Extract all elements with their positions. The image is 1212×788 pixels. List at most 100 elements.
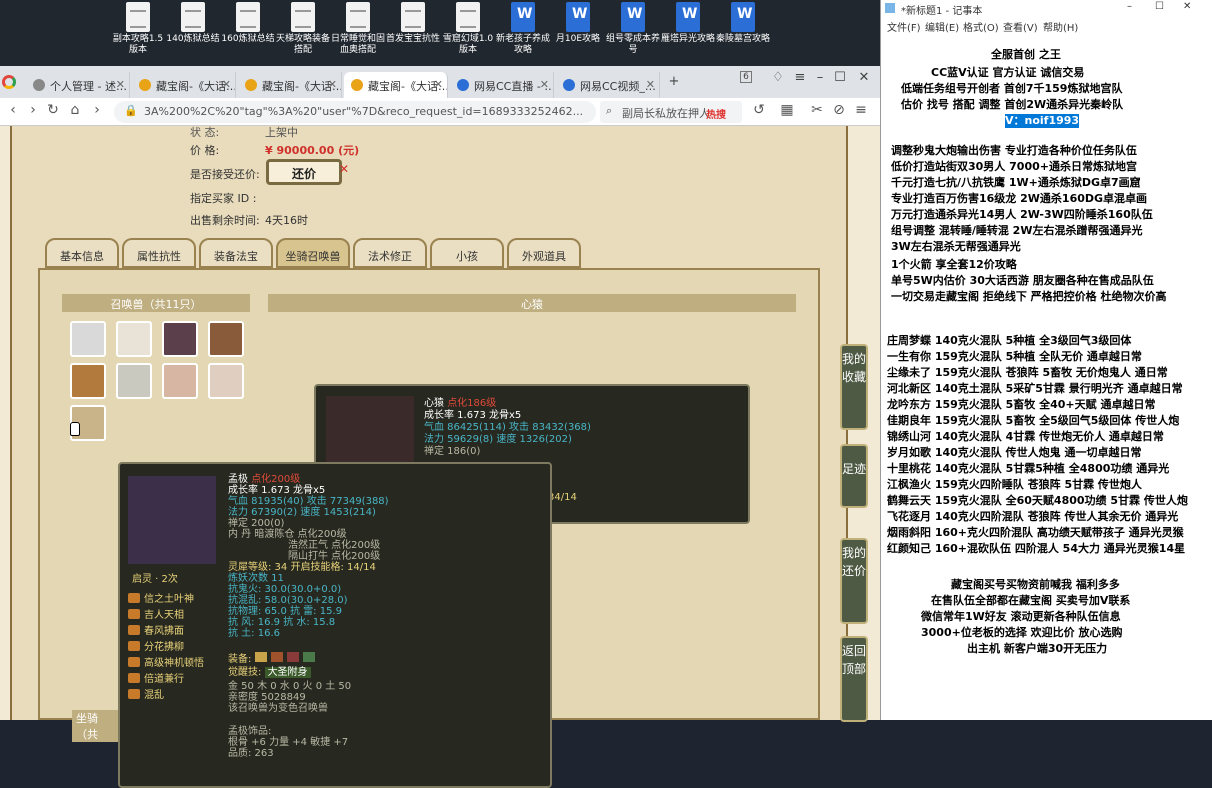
notepad-text-area[interactable]: 全服首创 之王 CC蓝V认证 官方认证 诚信交易 低端任务组号开创者 首创7千159… — [881, 36, 1212, 720]
status-label: 状 态: — [190, 126, 220, 139]
summon-stats: 心猿 点化186级 成长率 1.673 龙骨x5 气血 86425(114) 攻… — [424, 398, 591, 458]
notepad-line: 一生有你 159克火混队 5种植 全队无价 通卓越日常 — [887, 350, 1142, 363]
browser-logo-icon[interactable] — [2, 75, 16, 89]
buyer-row: 指定买家 ID : — [190, 190, 256, 206]
desktop-file-icon[interactable]: 新老孩子养成攻略 — [495, 2, 551, 56]
summon-thumb[interactable] — [70, 363, 106, 399]
notepad-line: 万元打造通杀异光14男人 2W-3W四阶睡杀160队伍 — [891, 208, 1153, 221]
skill-item: 倍道兼行 — [128, 670, 184, 685]
block-icon[interactable]: ⊘ — [830, 102, 848, 118]
back-to-top-button[interactable]: 返回顶部 — [840, 636, 868, 722]
notepad-line: 龙吟东方 159克火混队 5畜牧 全40+天赋 通卓越日常 — [887, 398, 1156, 411]
tab-cbg-3[interactable]: 藏宝阁-《大话… ✕ — [344, 72, 448, 98]
tab-count-badge[interactable]: 6 — [740, 71, 752, 83]
hot-search-badge[interactable]: 热搜 — [706, 106, 726, 121]
my-offers-button[interactable]: 我的还价 — [840, 538, 868, 624]
desktop-file-icon[interactable]: 天梯攻略装备搭配 — [275, 2, 331, 56]
tab-attributes[interactable]: 属性抗性 — [122, 238, 196, 268]
summon-thumb[interactable] — [208, 321, 244, 357]
tab-personal[interactable]: 个人管理 - 述… ✕ — [26, 72, 130, 98]
menu-view[interactable]: 查看(V) — [1003, 19, 1038, 34]
summon-thumb-mask[interactable] — [116, 321, 152, 357]
menu-format[interactable]: 格式(O) — [963, 19, 999, 34]
collapse-icon[interactable]: › — [88, 102, 106, 118]
summon-thumb[interactable] — [116, 363, 152, 399]
close-window-button[interactable]: ✕ — [1183, 1, 1191, 12]
shirt-icon[interactable]: ♢ — [768, 70, 788, 85]
price-row: 价 格: ¥ 90000.00 (元) — [190, 142, 359, 158]
summon-thumb[interactable] — [208, 363, 244, 399]
notepad-icon — [885, 3, 895, 13]
my-favorites-button[interactable]: 我的收藏 — [840, 344, 868, 430]
tab-cc-video[interactable]: 网易CC视频_… ✕ — [556, 72, 660, 98]
lock-icon: 🔒 — [124, 104, 138, 117]
growth-rate: 成长率 1.673 龙骨x5 — [424, 410, 522, 421]
desktop-file-icon[interactable]: 组号零成本养号 — [605, 2, 661, 56]
desktop-file-icon[interactable]: 月10E攻略 — [550, 2, 606, 45]
grid-icon[interactable]: ▦ — [778, 102, 796, 118]
new-tab-button[interactable]: + — [664, 74, 684, 89]
scissors-icon[interactable]: ✂ — [808, 102, 826, 118]
forward-icon[interactable]: › — [24, 102, 42, 118]
skill-item: 信之土叶神 — [128, 590, 194, 605]
close-icon[interactable]: ✕ — [540, 78, 549, 91]
desktop-file-icon[interactable]: 160炼狱总结 — [220, 2, 276, 45]
refresh-icon[interactable]: ↺ — [750, 102, 768, 118]
close-icon[interactable]: ✕ — [646, 78, 655, 91]
maximize-button[interactable]: ☐ — [1155, 1, 1164, 12]
close-icon[interactable]: ✕ — [434, 78, 443, 91]
notepad-line: 庄周梦蝶 140克火混队 5种植 全3级回气3级回体 — [887, 334, 1132, 347]
desktop-file-icon[interactable]: 雁塔异光攻略 — [660, 2, 716, 45]
notepad-line: 千元打造七抗/八抗铁鹰 1W+通杀炼狱DG卓7画窟 — [891, 176, 1141, 189]
ornament-label: 孟极饰品: — [228, 726, 272, 737]
desktop-file-icon[interactable]: 首发宝宝抗性 — [385, 2, 441, 45]
tab-equipment[interactable]: 装备法宝 — [199, 238, 273, 268]
mp-speed: 法力 59629(8) 速度 1326(202) — [424, 434, 572, 445]
cbg-icon — [139, 79, 151, 91]
home-icon[interactable]: ⌂ — [66, 102, 84, 118]
footprint-button[interactable]: 足迹 — [840, 444, 868, 508]
tab-mounts-summons[interactable]: 坐骑召唤兽 — [276, 238, 350, 268]
menu-help[interactable]: 帮助(H) — [1043, 19, 1078, 34]
tab-cc-live[interactable]: 网易CC直播 - … ✕ — [450, 72, 554, 98]
desktop-file-icon[interactable]: 副本攻略1.5 版本 — [110, 2, 166, 56]
desktop-file-icon[interactable]: 日常睡觉和固血奥搭配 — [330, 2, 386, 56]
close-icon[interactable]: ✕ — [222, 78, 231, 91]
desktop-file-icon[interactable]: 140炼狱总结 — [165, 2, 221, 45]
counter-offer-button[interactable]: 还价 ✕ — [266, 159, 349, 185]
minimize-button[interactable]: – — [1127, 1, 1132, 12]
back-icon[interactable]: ‹ — [4, 102, 22, 118]
menu-file[interactable]: 文件(F) — [887, 19, 921, 34]
desktop-file-label: 组号零成本养号 — [605, 34, 660, 55]
minimize-button[interactable]: – — [810, 70, 830, 85]
menu-icon[interactable]: ≡ — [790, 70, 810, 85]
tab-basic-info[interactable]: 基本信息 — [45, 238, 119, 268]
tab-spell-mods[interactable]: 法术修正 — [353, 238, 427, 268]
tab-cbg-1[interactable]: 藏宝阁-《大话… ✕ — [132, 72, 236, 98]
notepad-line: 藏宝阁买号买物资前喊我 福利多多 — [951, 578, 1120, 591]
menu-icon[interactable]: ≡ — [852, 102, 870, 118]
url-field[interactable]: 🔒 3A%200%2C%20"tag"%3A%20"user"%7D&reco_r… — [114, 101, 596, 123]
summon-thumb[interactable] — [162, 363, 198, 399]
menu-edit[interactable]: 编辑(E) — [925, 19, 959, 34]
desktop-file-icon[interactable]: 雪窟幻域1.0 版本 — [440, 2, 496, 56]
close-window-button[interactable]: ✕ — [854, 70, 874, 85]
desktop-file-label: 月10E攻略 — [555, 34, 601, 44]
maximize-button[interactable]: ☐ — [830, 70, 850, 85]
tab-appearance[interactable]: 外观道具 — [507, 238, 581, 268]
reload-icon[interactable]: ↻ — [44, 102, 62, 118]
notepad-line: 1个火箭 享全套12价攻略 — [891, 258, 1017, 271]
desktop-file-icon[interactable]: 秦陵墓宫攻略 — [715, 2, 771, 45]
price-label: 价 格: — [190, 144, 220, 157]
close-icon[interactable]: ✕ — [116, 78, 125, 91]
tab-children[interactable]: 小孩 — [430, 238, 504, 268]
summon-thumb-panda[interactable] — [70, 321, 106, 357]
equip-icons — [254, 652, 315, 662]
notepad-line: 佳期良年 159克火混队 5畜牧 全5级回气5级回体 传世人炮 — [887, 414, 1180, 427]
notepad-line: 单号5W内估价 30大话西游 朋友圈各种在售成品队伍 — [891, 274, 1154, 287]
close-icon[interactable]: ✕ — [328, 78, 337, 91]
tab-cbg-2[interactable]: 藏宝阁-《大话… ✕ — [238, 72, 342, 98]
summon-thumb[interactable] — [162, 321, 198, 357]
summon-list-header: 召唤兽（共11只） — [62, 294, 250, 312]
summon-level: 点化200级 — [251, 474, 301, 485]
